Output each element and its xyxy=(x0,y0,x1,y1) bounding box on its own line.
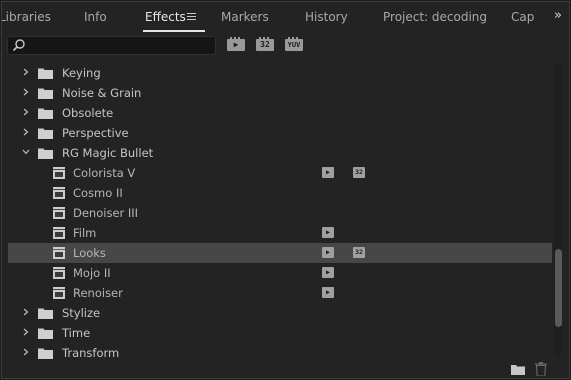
effect-item[interactable]: Denoiser III xyxy=(8,203,552,223)
new-bin-icon[interactable] xyxy=(511,364,525,375)
folder-item[interactable]: Transform xyxy=(8,343,552,363)
search-input[interactable] xyxy=(28,38,208,53)
chevron-right-icon[interactable] xyxy=(22,108,30,116)
search-icon xyxy=(12,39,25,52)
chevron-right-icon[interactable] xyxy=(22,328,30,336)
folder-icon xyxy=(38,88,53,99)
chevron-down-icon[interactable] xyxy=(22,148,30,156)
tab-info[interactable]: Info xyxy=(84,10,107,24)
folder-icon xyxy=(38,148,53,159)
scrollbar-thumb[interactable] xyxy=(555,249,562,327)
effects-tree: Keying Noise & Grain Obsolete Perspective RG… xyxy=(8,63,552,363)
effect-icon xyxy=(53,267,65,279)
folder-item[interactable]: RG Magic Bullet xyxy=(8,143,552,163)
chevron-right-icon[interactable] xyxy=(22,308,30,316)
tab-effects[interactable]: Effects xyxy=(145,10,186,24)
folder-item[interactable]: Keying xyxy=(8,63,552,83)
folder-item[interactable]: Stylize xyxy=(8,303,552,323)
folder-icon xyxy=(38,348,53,359)
chevron-right-icon[interactable] xyxy=(22,88,30,96)
folder-icon xyxy=(38,108,53,119)
effect-label: Renoiser xyxy=(73,286,123,300)
search-box[interactable] xyxy=(7,36,216,55)
accelerated-effect-badge: ▶ xyxy=(322,287,334,298)
effect-item[interactable]: Mojo II ▶ xyxy=(8,263,552,283)
effect-item[interactable]: Colorista V ▶ 32 xyxy=(8,163,552,183)
folder-icon xyxy=(38,308,53,319)
folder-label: Perspective xyxy=(62,126,129,140)
accelerated-effects-filter-button[interactable]: ▶ xyxy=(227,37,245,51)
tab-history[interactable]: History xyxy=(305,10,348,24)
accelerated-effect-badge: ▶ xyxy=(322,247,334,258)
tab-libraries[interactable]: Libraries xyxy=(2,10,51,24)
effect-icon xyxy=(53,167,65,179)
accelerated-effect-badge: ▶ xyxy=(322,167,334,178)
effect-label: Cosmo II xyxy=(73,186,123,200)
folder-label: RG Magic Bullet xyxy=(62,146,154,160)
folder-label: Noise & Grain xyxy=(62,86,142,100)
folder-icon xyxy=(38,68,53,79)
folder-label: Time xyxy=(62,326,91,340)
tab-project[interactable]: Project: decoding xyxy=(383,10,487,24)
accelerated-effect-badge: ▶ xyxy=(322,227,334,238)
panel-tab-bar: Libraries Info Effects Markers History P… xyxy=(2,2,569,32)
folder-icon xyxy=(38,128,53,139)
effect-icon xyxy=(53,227,65,239)
tab-overflow-icon[interactable]: » xyxy=(554,8,562,23)
folder-item[interactable]: Obsolete xyxy=(8,103,552,123)
effect-label: Mojo II xyxy=(73,266,111,280)
32bit-effects-filter-button[interactable]: 32 xyxy=(256,37,274,51)
effect-item[interactable]: Looks ▶ 32 xyxy=(8,243,552,263)
32bit-effect-badge: 32 xyxy=(353,167,365,178)
folder-label: Obsolete xyxy=(62,106,114,120)
trash-icon[interactable] xyxy=(535,362,547,376)
tab-captions[interactable]: Cap xyxy=(511,10,534,24)
chevron-right-icon[interactable] xyxy=(22,128,30,136)
effect-icon xyxy=(53,187,65,199)
yuv-effects-filter-button[interactable]: YUV xyxy=(285,37,303,51)
folder-label: Keying xyxy=(62,66,101,80)
effect-item[interactable]: Cosmo II xyxy=(8,183,552,203)
effect-label: Film xyxy=(73,226,97,240)
32bit-effect-badge: 32 xyxy=(353,247,365,258)
effects-panel: Libraries Info Effects Markers History P… xyxy=(1,1,570,379)
effect-label: Denoiser III xyxy=(73,206,139,220)
panel-menu-icon[interactable] xyxy=(187,13,196,21)
active-tab-indicator xyxy=(143,30,205,32)
effect-label: Looks xyxy=(73,246,106,260)
effect-icon xyxy=(53,287,65,299)
tab-markers[interactable]: Markers xyxy=(221,10,269,24)
effect-label: Colorista V xyxy=(73,166,136,180)
accelerated-effect-badge: ▶ xyxy=(322,267,334,278)
folder-item[interactable]: Time xyxy=(8,323,552,343)
folder-icon xyxy=(38,328,53,339)
folder-label: Transform xyxy=(62,346,120,360)
effect-item[interactable]: Renoiser ▶ xyxy=(8,283,552,303)
effect-item[interactable]: Film ▶ xyxy=(8,223,552,243)
chevron-right-icon[interactable] xyxy=(22,348,30,356)
folder-label: Stylize xyxy=(62,306,101,320)
folder-item[interactable]: Noise & Grain xyxy=(8,83,552,103)
folder-item[interactable]: Perspective xyxy=(8,123,552,143)
effect-icon xyxy=(53,207,65,219)
chevron-right-icon[interactable] xyxy=(22,68,30,76)
effect-icon xyxy=(53,247,65,259)
